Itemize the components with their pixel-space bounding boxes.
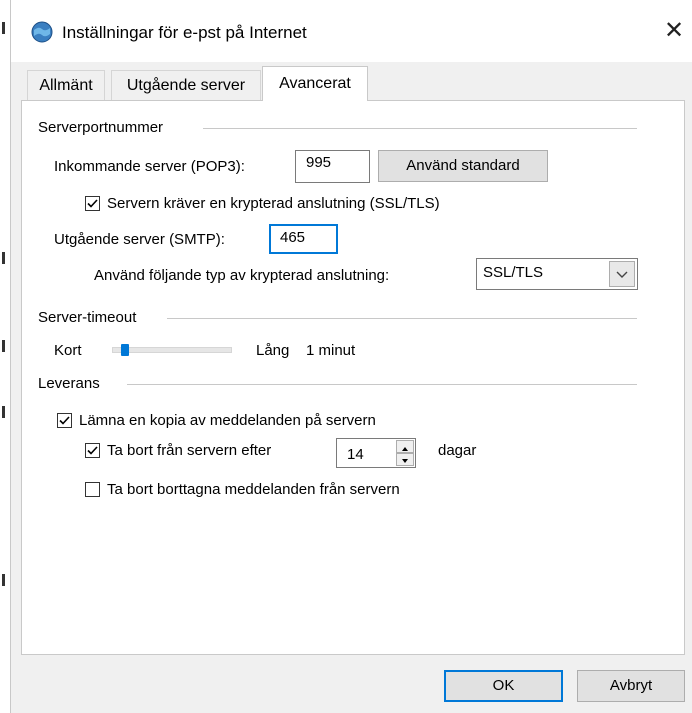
chevron-down-icon[interactable] <box>609 261 635 287</box>
ok-button[interactable]: OK <box>444 670 563 702</box>
group-divider <box>127 384 637 385</box>
ssl-required-label: Servern kräver en krypterad anslutning (… <box>107 195 440 212</box>
group-label-server-ports: Serverportnummer <box>38 119 164 136</box>
advanced-panel <box>21 100 685 655</box>
incoming-server-label: Inkommande server (POP3): <box>54 158 245 175</box>
remove-deleted-label: Ta bort borttagna meddelanden från serve… <box>107 481 400 498</box>
cancel-button[interactable]: Avbryt <box>577 670 685 702</box>
days-spinbox[interactable]: 14 <box>336 438 416 468</box>
close-icon[interactable]: ✕ <box>664 17 684 45</box>
spin-down-icon[interactable] <box>396 453 414 466</box>
timeout-slider-thumb[interactable] <box>121 344 129 356</box>
group-label-delivery: Leverans <box>38 375 100 392</box>
encryption-type-value: SSL/TLS <box>483 264 544 281</box>
days-value: 14 <box>347 446 364 463</box>
tab-general[interactable]: Allmänt <box>27 70 105 100</box>
incoming-port-input[interactable]: 995 <box>295 150 370 183</box>
group-divider <box>167 318 637 319</box>
encryption-type-label: Använd följande typ av krypterad anslutn… <box>94 267 390 284</box>
leave-copy-checkbox[interactable] <box>57 413 72 428</box>
spin-up-icon[interactable] <box>396 440 414 453</box>
tab-outgoing-server[interactable]: Utgående server <box>111 70 261 100</box>
days-unit-label: dagar <box>438 442 477 459</box>
group-divider <box>203 128 637 129</box>
group-label-server-timeout: Server-timeout <box>38 309 137 326</box>
outgoing-port-input[interactable]: 465 <box>269 224 338 254</box>
background-window-edge <box>0 0 11 713</box>
timeout-long-label: Lång <box>256 342 290 359</box>
leave-copy-label: Lämna en kopia av meddelanden på servern <box>79 412 376 429</box>
timeout-value: 1 minut <box>306 342 356 359</box>
mail-settings-icon <box>30 20 54 44</box>
timeout-short-label: Kort <box>54 342 82 359</box>
ssl-required-checkbox[interactable] <box>85 196 100 211</box>
window-title: Inställningar för e-pst på Internet <box>62 23 307 42</box>
outgoing-server-label: Utgående server (SMTP): <box>54 231 225 248</box>
timeout-slider-track[interactable] <box>112 347 232 353</box>
remove-after-checkbox[interactable] <box>85 443 100 458</box>
tab-advanced[interactable]: Avancerat <box>262 66 368 101</box>
remove-after-label: Ta bort från servern efter <box>107 442 272 459</box>
encryption-type-select[interactable]: SSL/TLS <box>476 258 638 290</box>
remove-deleted-checkbox[interactable] <box>85 482 100 497</box>
use-default-button[interactable]: Använd standard <box>378 150 548 182</box>
